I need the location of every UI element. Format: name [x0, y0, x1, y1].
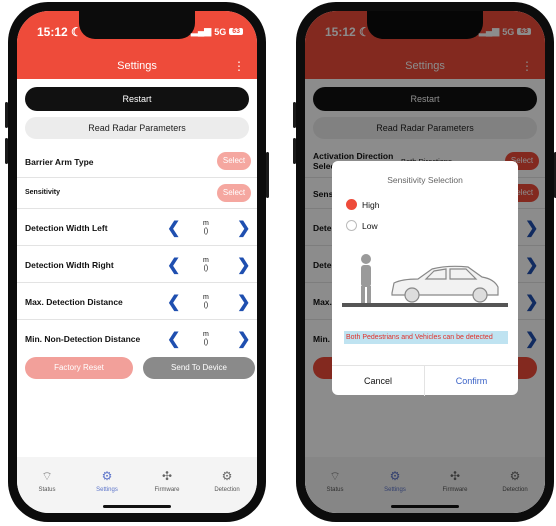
row-detection-width-left: Detection Width Left ❮ m() ❯	[17, 209, 257, 246]
phone-right: 15:12 ☾ ▂▄▆ 5G 63 Settings ⋮ Restart Rea…	[293, 2, 556, 522]
unit-label: m()	[203, 257, 209, 272]
pedestrian-vehicle-illustration	[342, 254, 508, 307]
tab-label: Status	[38, 487, 56, 493]
row-label: Sensitivity	[25, 189, 61, 196]
moon-icon: ☾	[71, 25, 82, 39]
cancel-button[interactable]: Cancel	[332, 366, 425, 396]
tab-firmware[interactable]: ✣ Firmware	[137, 469, 197, 493]
notch	[79, 11, 195, 39]
kebab-icon[interactable]: ⋮	[233, 53, 245, 79]
phone-left: 15:12 ☾ ▂▄▆ 5G 63 Settings ⋮ Restart Rea…	[5, 2, 269, 522]
ground-line	[342, 303, 508, 307]
home-indicator	[103, 505, 171, 508]
tab-label: Detection	[214, 487, 240, 493]
tab-status[interactable]: ⌔ Status	[17, 469, 77, 493]
tab-settings[interactable]: ⚙ Settings	[77, 469, 137, 493]
row-label: Max. Detection Distance	[25, 297, 123, 307]
chevron-right-icon[interactable]: ❯	[237, 292, 250, 312]
chevron-left-icon[interactable]: ❮	[167, 329, 180, 349]
restart-button[interactable]: Restart	[25, 87, 249, 111]
radio-low[interactable]: Low	[346, 220, 378, 231]
volume-button	[293, 138, 296, 164]
radio-label: High	[362, 199, 380, 210]
status-bar: 15:12 ☾ ▂▄▆ 5G 63	[17, 11, 257, 53]
row-label: Detection Width Right	[25, 260, 114, 270]
chevron-left-icon[interactable]: ❮	[167, 292, 180, 312]
row-label: Detection Width Left	[25, 223, 108, 233]
row-label: Min. Non-Detection Distance	[25, 334, 141, 344]
gear-icon: ⚙	[221, 469, 233, 483]
chevron-right-icon[interactable]: ❯	[237, 255, 250, 275]
row-max-detection-distance: Max. Detection Distance ❮ m() ❯	[17, 283, 257, 320]
wifi-icon: ⌔	[41, 469, 53, 483]
chevron-right-icon[interactable]: ❯	[237, 329, 250, 349]
power-button	[266, 152, 269, 198]
volume-button	[293, 102, 296, 128]
factory-reset-button[interactable]: Factory Reset	[25, 357, 133, 379]
battery-icon: 63	[229, 28, 243, 35]
screen: 15:12 ☾ ▂▄▆ 5G 63 Settings ⋮ Restart Rea…	[17, 11, 257, 513]
chevron-right-icon[interactable]: ❯	[237, 218, 250, 238]
volume-button	[5, 102, 8, 128]
signal-icon: ▂▄▆	[190, 26, 212, 36]
tab-label: Firmware	[154, 487, 180, 493]
page-title: Settings	[117, 60, 157, 72]
row-barrier-arm-type: Barrier Arm Type Select	[17, 145, 257, 178]
header-bar: Settings ⋮	[17, 53, 257, 79]
row-min-non-detection-distance: Min. Non-Detection Distance ❮ m() ❯	[17, 320, 257, 354]
car-icon	[391, 265, 499, 303]
radio-unchecked-icon	[346, 220, 357, 231]
sensitivity-dialog: Sensitivity Selection High Low Both Pede…	[332, 161, 518, 396]
detection-note: Both Pedestrians and Vehicles can be det…	[344, 331, 508, 344]
radio-label: Low	[362, 220, 378, 231]
send-to-device-button[interactable]: Send To Device	[143, 357, 255, 379]
unit-label: m()	[203, 294, 209, 309]
select-button[interactable]: Select	[217, 152, 251, 170]
dialog-actions: Cancel Confirm	[332, 365, 518, 396]
signal-indicators: ▂▄▆ 5G 63	[191, 26, 243, 37]
row-sensitivity: Sensitivity Select	[17, 178, 257, 209]
tab-detection[interactable]: ⚙ Detection	[197, 469, 257, 493]
chevron-left-icon[interactable]: ❮	[167, 255, 180, 275]
clock: 15:12 ☾	[37, 25, 82, 39]
screen: 15:12 ☾ ▂▄▆ 5G 63 Settings ⋮ Restart Rea…	[305, 11, 545, 513]
unit-label: m()	[203, 220, 209, 235]
unit-label: m()	[203, 331, 209, 346]
pedestrian-icon	[361, 254, 371, 303]
select-button[interactable]: Select	[217, 184, 251, 202]
chevron-left-icon[interactable]: ❮	[167, 218, 180, 238]
volume-button	[5, 138, 8, 164]
dialog-title: Sensitivity Selection	[387, 175, 463, 185]
settings-content: Restart Read Radar Parameters Barrier Ar…	[17, 79, 257, 457]
radio-high[interactable]: High	[346, 199, 379, 210]
read-radar-button[interactable]: Read Radar Parameters	[25, 117, 249, 139]
row-label: Barrier Arm Type	[25, 157, 94, 167]
confirm-button[interactable]: Confirm	[425, 366, 518, 396]
radio-checked-icon	[346, 199, 357, 210]
row-detection-width-right: Detection Width Right ❮ m() ❯	[17, 246, 257, 283]
chip-icon: ✣	[161, 469, 173, 483]
tab-label: Settings	[96, 487, 118, 493]
settings-icon: ⚙	[101, 469, 113, 483]
network-label: 5G	[214, 26, 227, 37]
